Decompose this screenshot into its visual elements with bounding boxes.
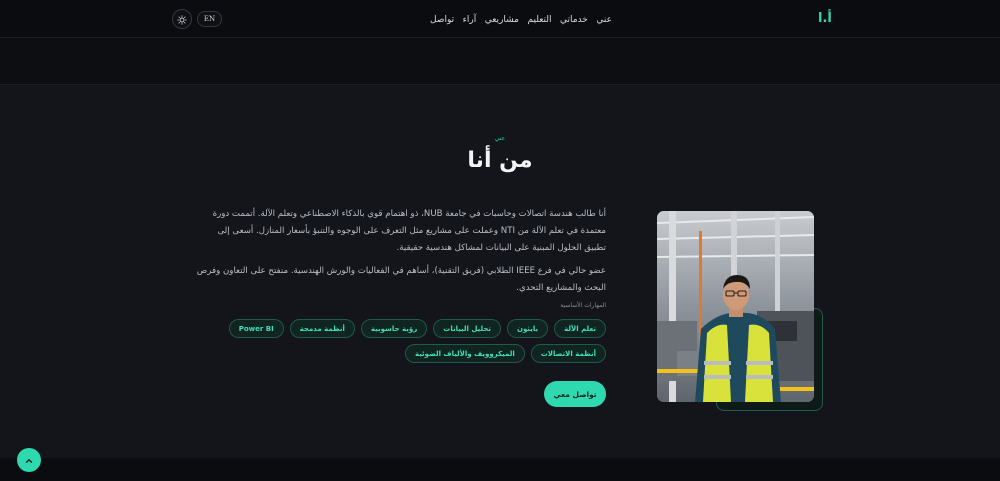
skill-chip-ml: تعلم الآلة [554, 319, 606, 338]
skills-label: المهارات الأساسية [560, 302, 606, 309]
skills-list: تعلم الآلة بايثون تحليل البيانات رؤية حا… [194, 319, 606, 363]
skill-chip-computer-vision: رؤية حاسوبية [360, 319, 428, 338]
logo[interactable]: أ.ا [818, 11, 832, 26]
next-section-band [0, 458, 1000, 481]
skill-chip-embedded: أنظمة مدمجة [289, 319, 355, 338]
header-spacer-band [0, 39, 1000, 84]
sun-icon [177, 10, 187, 29]
section-eyebrow: عني [494, 135, 506, 142]
nav-item-services[interactable]: خدماتي [560, 15, 588, 25]
skill-chip-python: بايثون [507, 319, 549, 338]
chevron-up-icon [24, 451, 34, 470]
nav-item-projects[interactable]: مشاريعي [485, 15, 519, 25]
skill-chip-microwave-fiber: الميكروويف والألياف الضوئية [404, 344, 525, 363]
section-title: من أنا [467, 148, 533, 173]
scroll-to-top-button[interactable] [17, 448, 41, 472]
skill-chip-data-analysis: تحليل البيانات [433, 319, 502, 338]
nav-item-testimonials[interactable]: آراء [463, 15, 477, 25]
language-toggle-button[interactable]: EN [197, 11, 222, 27]
nav-item-contact[interactable]: تواصل [430, 15, 454, 25]
nav-item-about[interactable]: عني [596, 15, 612, 25]
nav-item-education[interactable]: التعليم [528, 15, 552, 25]
skill-chip-powerbi: Power BI [228, 319, 284, 338]
contact-me-button[interactable]: تواصل معي [544, 381, 606, 407]
bio-paragraph-2: عضو حالي في فرع IEEE الطلابي (فريق التقن… [196, 266, 606, 293]
skill-chip-communications: أنظمة الاتصالات [530, 344, 606, 363]
profile-photo [657, 211, 814, 402]
main-nav: عني خدماتي التعليم مشاريعي آراء تواصل [430, 13, 612, 27]
site-header: أ.ا عني خدماتي التعليم مشاريعي آراء تواص… [0, 0, 1000, 38]
theme-toggle-button[interactable] [172, 9, 192, 29]
bio-paragraph-1: أنا طالب هندسة اتصالات وحاسبات في جامعة … [212, 209, 606, 253]
